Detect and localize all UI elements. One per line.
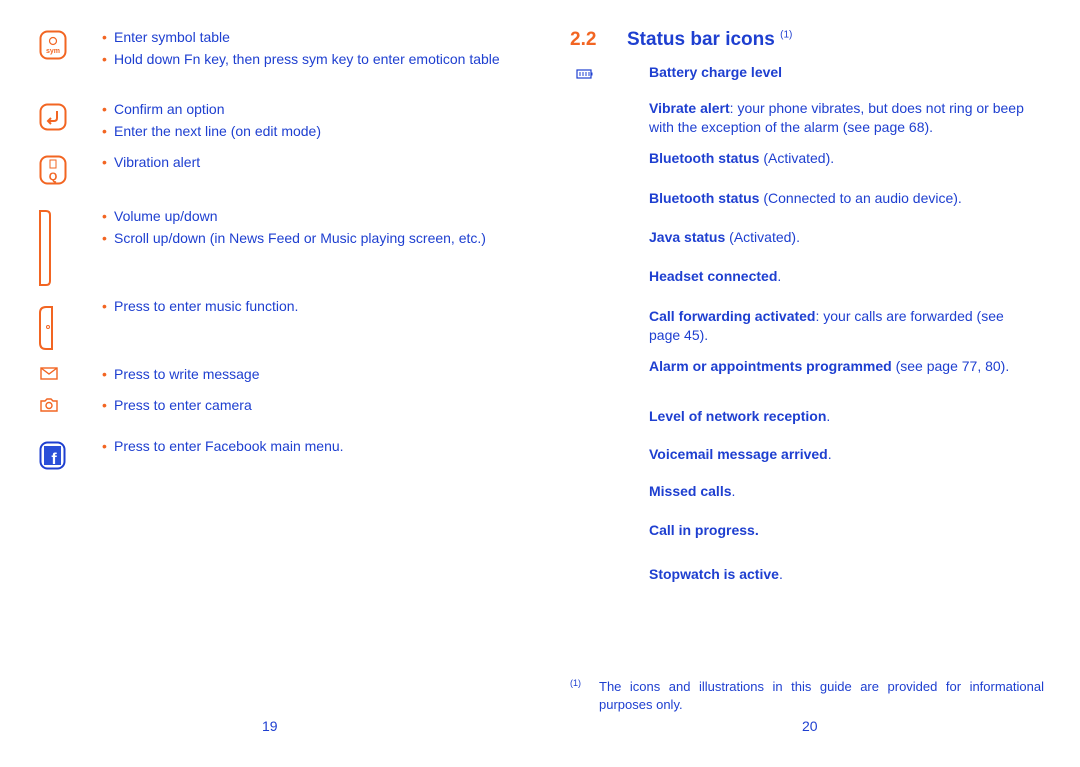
entry-title: Battery charge level bbox=[649, 64, 783, 80]
facebook-icon: f bbox=[39, 441, 66, 470]
battery-icon bbox=[576, 69, 593, 79]
vibration-key-icon: Q bbox=[39, 155, 67, 185]
entry-desc: (see page 77, 80). bbox=[891, 358, 1010, 374]
camera-icon bbox=[40, 398, 58, 412]
entry-desc: . bbox=[826, 408, 831, 424]
sym-key-icon: sym bbox=[39, 30, 67, 60]
message-icon bbox=[40, 367, 58, 380]
entry-desc: . bbox=[778, 566, 783, 582]
status-entry: Vibrate alert: your phone vibrates, but … bbox=[649, 99, 1039, 137]
entry-desc: . bbox=[777, 268, 782, 284]
status-entry: Alarm or appointments programmed (see pa… bbox=[649, 357, 1034, 376]
entry-title: Headset connected bbox=[649, 268, 778, 284]
status-entry: Bluetooth status (Connected to an audio … bbox=[649, 189, 1039, 208]
bullet-text: Hold down Fn key, then press sym key to … bbox=[102, 50, 504, 69]
entry-title: Bluetooth status bbox=[649, 150, 760, 166]
svg-text:sym: sym bbox=[46, 48, 60, 55]
entry-title: Bluetooth status bbox=[649, 190, 760, 206]
status-entry: Headset connected. bbox=[649, 267, 1039, 286]
entry-desc: . bbox=[754, 522, 759, 538]
status-entry: Stopwatch is active. bbox=[649, 565, 1039, 584]
status-entry: Bluetooth status (Activated). bbox=[649, 149, 1039, 168]
entry-title: Missed calls bbox=[649, 483, 732, 499]
entry-desc: (Connected to an audio device). bbox=[759, 190, 962, 206]
volume-side-key-icon bbox=[39, 210, 51, 286]
entry-title: Voicemail message arrived bbox=[649, 446, 828, 462]
entry-title: Vibrate alert bbox=[649, 100, 730, 116]
bullet-text: Press to enter camera bbox=[102, 396, 524, 415]
bullet-text: Press to write message bbox=[102, 365, 524, 384]
status-entry: Java status (Activated). bbox=[649, 228, 1039, 247]
entry-title: Java status bbox=[649, 229, 726, 245]
status-entry: Missed calls. bbox=[649, 482, 1039, 501]
status-entry: Call forwarding activated: your calls ar… bbox=[649, 307, 1019, 345]
footnote-mark: (1) bbox=[780, 29, 793, 41]
entry-desc: . bbox=[731, 483, 736, 499]
bullet-text: Press to enter music function. bbox=[102, 297, 524, 316]
entry-desc: (Activated). bbox=[759, 150, 835, 166]
entry-title: Call in progress bbox=[649, 522, 755, 538]
entry-title: Alarm or appointments programmed bbox=[649, 358, 892, 374]
page-number: 19 bbox=[262, 718, 278, 734]
entry-desc: (Activated). bbox=[725, 229, 800, 245]
bullet-text: Press to enter Facebook main menu. bbox=[102, 437, 524, 456]
bullet-text: Scroll up/down (in News Feed or Music pl… bbox=[102, 229, 534, 248]
footnote-mark: (1) bbox=[570, 678, 581, 688]
bullet-text: Volume up/down bbox=[102, 207, 524, 226]
section-title: Status bar icons (1) bbox=[627, 29, 792, 51]
entry-title: Stopwatch is active bbox=[649, 566, 779, 582]
status-entry: Battery charge level bbox=[649, 63, 1039, 82]
status-entry: Level of network reception. bbox=[649, 407, 1039, 426]
entry-desc: . bbox=[827, 446, 832, 462]
status-entry: Call in progress. bbox=[649, 521, 1039, 540]
footnote-text: The icons and illustrations in this guid… bbox=[599, 679, 1044, 712]
music-side-key-icon bbox=[39, 306, 53, 350]
bullet-text: Vibration alert bbox=[102, 153, 524, 172]
status-entry: Voicemail message arrived. bbox=[649, 445, 1039, 464]
svg-text:f: f bbox=[51, 451, 57, 468]
bullet-text: Confirm an option bbox=[102, 100, 524, 119]
entry-title: Level of network reception bbox=[649, 408, 827, 424]
section-number: 2.2 bbox=[570, 29, 597, 50]
bullet-text: Enter the next line (on edit mode) bbox=[102, 122, 524, 141]
enter-key-icon bbox=[39, 103, 67, 131]
entry-title: Call forwarding activated bbox=[649, 308, 816, 324]
section-title-text: Status bar icons bbox=[627, 29, 775, 50]
bullet-text: Enter symbol table bbox=[102, 28, 524, 47]
page-number: 20 bbox=[802, 718, 818, 734]
svg-text:Q: Q bbox=[49, 171, 58, 183]
